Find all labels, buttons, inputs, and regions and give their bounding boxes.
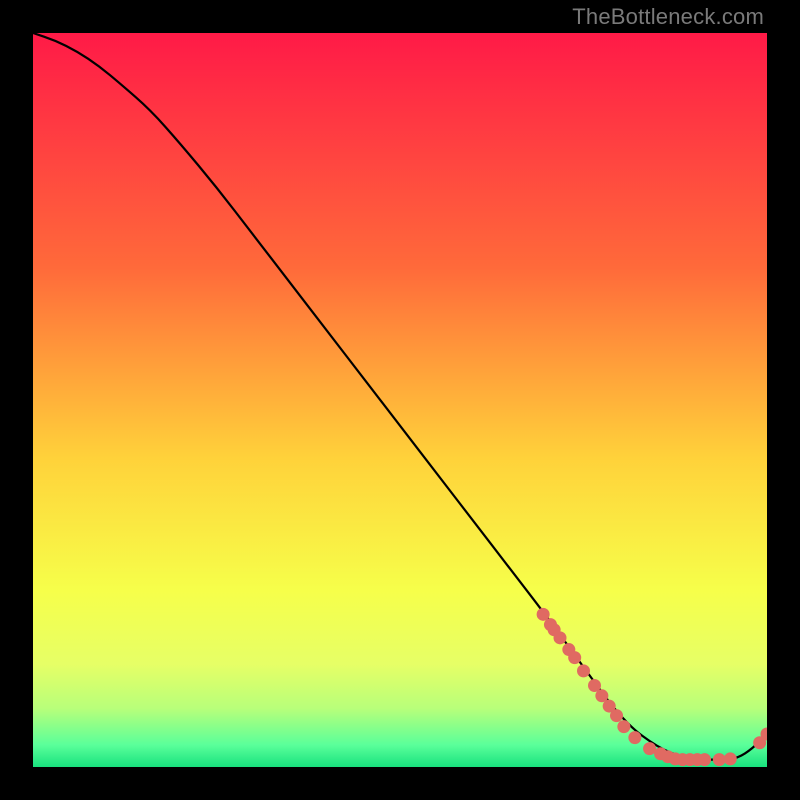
data-marker [554, 631, 567, 644]
plot-area [33, 33, 767, 767]
data-marker [628, 731, 641, 744]
data-marker [577, 664, 590, 677]
gradient-background [33, 33, 767, 767]
data-marker [610, 709, 623, 722]
data-marker [713, 753, 726, 766]
data-marker [724, 752, 737, 765]
data-marker [698, 753, 711, 766]
data-marker [617, 720, 630, 733]
data-marker [568, 651, 581, 664]
chart-stage: TheBottleneck.com [0, 0, 800, 800]
chart-svg [33, 33, 767, 767]
watermark-text: TheBottleneck.com [572, 4, 764, 30]
